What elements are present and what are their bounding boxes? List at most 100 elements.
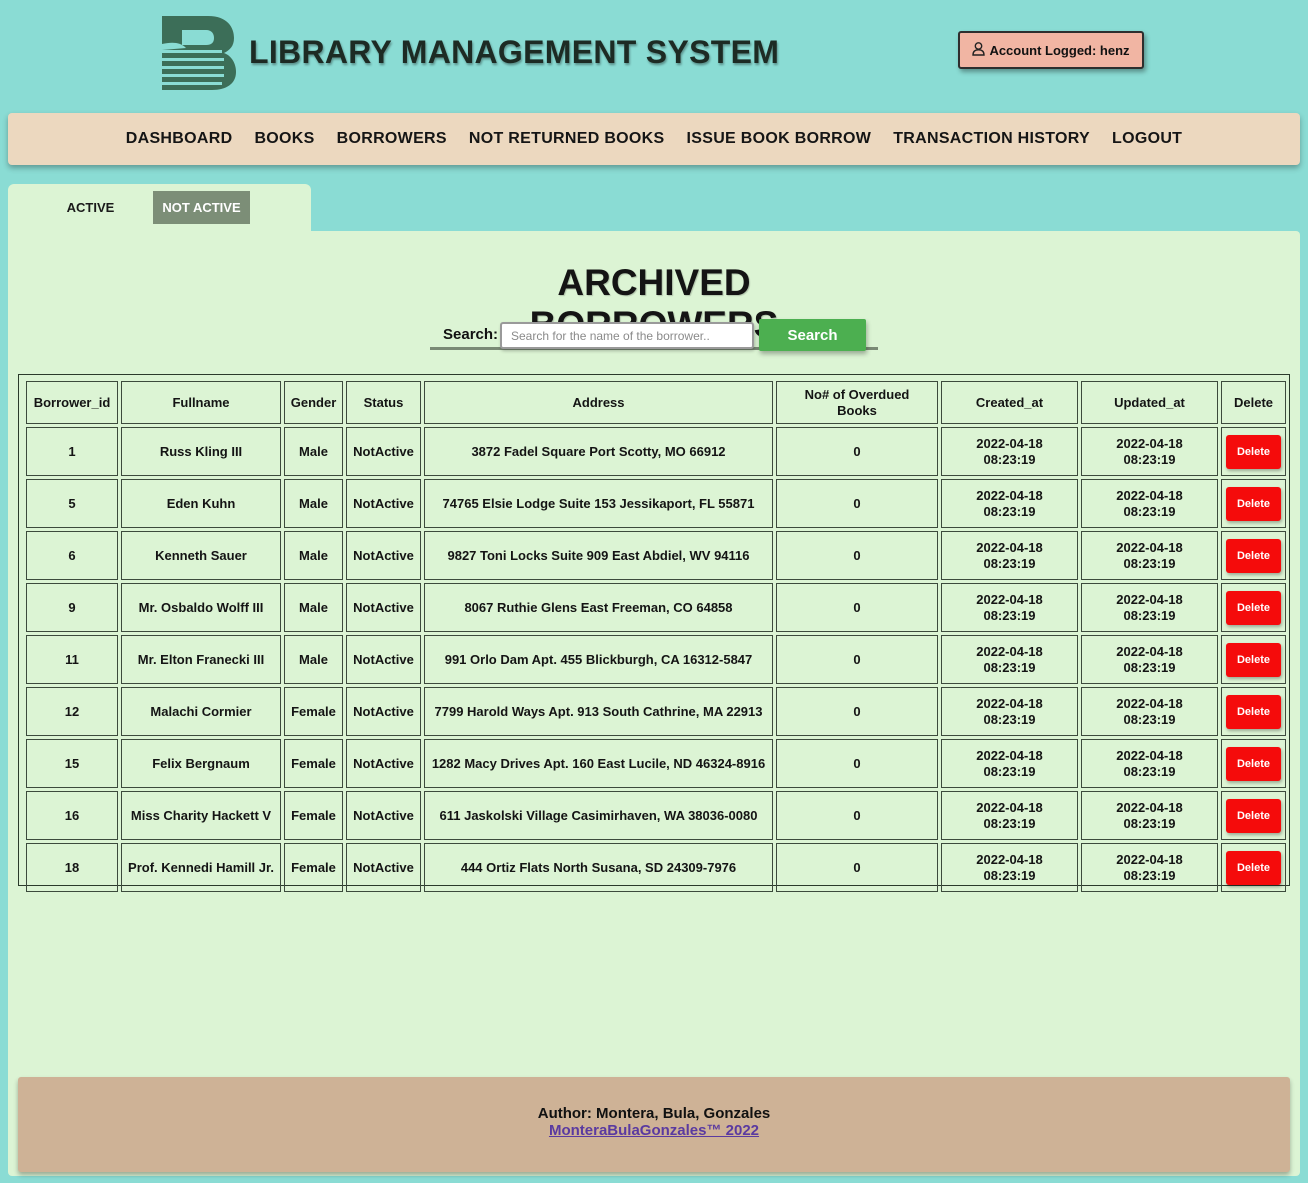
cell-address: 1282 Macy Drives Apt. 160 East Lucile, N… bbox=[424, 739, 773, 788]
cell-address: 74765 Elsie Lodge Suite 153 Jessikaport,… bbox=[424, 479, 773, 528]
cell-overdue-books: 0 bbox=[776, 583, 938, 632]
cell-delete: Delete bbox=[1221, 583, 1286, 632]
cell-address: 8067 Ruthie Glens East Freeman, CO 64858 bbox=[424, 583, 773, 632]
delete-button[interactable]: Delete bbox=[1226, 798, 1281, 833]
tab-not-active[interactable]: NOT ACTIVE bbox=[153, 191, 250, 224]
tab-active[interactable]: ACTIVE bbox=[48, 191, 133, 224]
cell-delete: Delete bbox=[1221, 739, 1286, 788]
delete-button[interactable]: Delete bbox=[1226, 434, 1281, 469]
header-delete: Delete bbox=[1221, 381, 1286, 424]
cell-updated-at: 2022-04-18 08:23:19 bbox=[1081, 583, 1218, 632]
cell-status: NotActive bbox=[346, 635, 421, 684]
table-row: 11 Mr. Elton Franecki III Male NotActive 991… bbox=[26, 635, 1286, 684]
cell-overdue-books: 0 bbox=[776, 635, 938, 684]
cell-created-at: 2022-04-18 08:23:19 bbox=[941, 791, 1078, 840]
header-created-at: Created_at bbox=[941, 381, 1078, 424]
table-row: 18 Prof. Kennedi Hamill Jr. Female NotActiv… bbox=[26, 843, 1286, 892]
cell-updated-at: 2022-04-18 08:23:19 bbox=[1081, 739, 1218, 788]
cell-address: 991 Orlo Dam Apt. 455 Blickburgh, CA 163… bbox=[424, 635, 773, 684]
nav-transaction-history[interactable]: TRANSACTION HISTORY bbox=[893, 130, 1090, 148]
cell-fullname: Miss Charity Hackett V bbox=[121, 791, 281, 840]
cell-address: 7799 Harold Ways Apt. 913 South Cathrine… bbox=[424, 687, 773, 736]
search-button[interactable]: Search bbox=[759, 319, 866, 351]
search-label: Search: bbox=[443, 326, 499, 343]
cell-fullname: Malachi Cormier bbox=[121, 687, 281, 736]
cell-borrower-id: 9 bbox=[26, 583, 118, 632]
nav-not-returned-books[interactable]: NOT RETURNED BOOKS bbox=[469, 130, 665, 148]
delete-button[interactable]: Delete bbox=[1226, 486, 1281, 521]
cell-overdue-books: 0 bbox=[776, 427, 938, 476]
cell-address: 9827 Toni Locks Suite 909 East Abdiel, W… bbox=[424, 531, 773, 580]
cell-overdue-books: 0 bbox=[776, 791, 938, 840]
cell-updated-at: 2022-04-18 08:23:19 bbox=[1081, 479, 1218, 528]
cell-updated-at: 2022-04-18 08:23:19 bbox=[1081, 531, 1218, 580]
library-logo bbox=[162, 16, 236, 90]
cell-created-at: 2022-04-18 08:23:19 bbox=[941, 427, 1078, 476]
nav-logout[interactable]: LOGOUT bbox=[1112, 130, 1182, 148]
cell-gender: Male bbox=[284, 635, 343, 684]
cell-updated-at: 2022-04-18 08:23:19 bbox=[1081, 687, 1218, 736]
cell-status: NotActive bbox=[346, 739, 421, 788]
cell-updated-at: 2022-04-18 08:23:19 bbox=[1081, 791, 1218, 840]
cell-gender: Male bbox=[284, 583, 343, 632]
delete-button[interactable]: Delete bbox=[1226, 746, 1281, 781]
delete-button[interactable]: Delete bbox=[1226, 694, 1281, 729]
cell-address: 444 Ortiz Flats North Susana, SD 24309-7… bbox=[424, 843, 773, 892]
cell-address: 3872 Fadel Square Port Scotty, MO 66912 bbox=[424, 427, 773, 476]
delete-button[interactable]: Delete bbox=[1226, 590, 1281, 625]
table-row: 9 Mr. Osbaldo Wolff III Male NotActive 8067 … bbox=[26, 583, 1286, 632]
cell-updated-at: 2022-04-18 08:23:19 bbox=[1081, 427, 1218, 476]
cell-borrower-id: 16 bbox=[26, 791, 118, 840]
cell-fullname: Mr. Elton Franecki III bbox=[121, 635, 281, 684]
cell-gender: Male bbox=[284, 531, 343, 580]
footer-author: Author: Montera, Bula, Gonzales bbox=[537, 1105, 771, 1122]
cell-gender: Female bbox=[284, 687, 343, 736]
nav-issue-book-borrow[interactable]: ISSUE BOOK BORROW bbox=[687, 130, 872, 148]
cell-gender: Female bbox=[284, 791, 343, 840]
cell-created-at: 2022-04-18 08:23:19 bbox=[941, 531, 1078, 580]
cell-delete: Delete bbox=[1221, 687, 1286, 736]
cell-borrower-id: 11 bbox=[26, 635, 118, 684]
table-row: 16 Miss Charity Hackett V Female NotActive 6… bbox=[26, 791, 1286, 840]
header-overdue-books: No# of Overdued Books bbox=[776, 381, 938, 424]
table-header-row: Borrower_id Fullname Gender Status Addre… bbox=[26, 381, 1286, 424]
cell-delete: Delete bbox=[1221, 427, 1286, 476]
cell-borrower-id: 12 bbox=[26, 687, 118, 736]
table-row: 1 Russ Kling III Male NotActive 3872 Fadel S… bbox=[26, 427, 1286, 476]
cell-status: NotActive bbox=[346, 843, 421, 892]
cell-delete: Delete bbox=[1221, 791, 1286, 840]
cell-fullname: Eden Kuhn bbox=[121, 479, 281, 528]
cell-status: NotActive bbox=[346, 427, 421, 476]
cell-delete: Delete bbox=[1221, 635, 1286, 684]
borrowers-table-container: Borrower_id Fullname Gender Status Addre… bbox=[18, 374, 1290, 892]
cell-borrower-id: 5 bbox=[26, 479, 118, 528]
cell-status: NotActive bbox=[346, 583, 421, 632]
cell-created-at: 2022-04-18 08:23:19 bbox=[941, 583, 1078, 632]
cell-status: NotActive bbox=[346, 791, 421, 840]
account-label: Account Logged: henz bbox=[989, 42, 1130, 58]
footer-link[interactable]: MonteraBulaGonzales™ 2022 bbox=[549, 1122, 759, 1139]
cell-address: 611 Jaskolski Village Casimirhaven, WA 3… bbox=[424, 791, 773, 840]
search-input[interactable] bbox=[500, 322, 754, 349]
cell-status: NotActive bbox=[346, 531, 421, 580]
cell-overdue-books: 0 bbox=[776, 531, 938, 580]
table-row: 6 Kenneth Sauer Male NotActive 9827 Toni Loc… bbox=[26, 531, 1286, 580]
nav-borrowers[interactable]: BORROWERS bbox=[337, 130, 447, 148]
delete-button[interactable]: Delete bbox=[1226, 642, 1281, 677]
nav-books[interactable]: BOOKS bbox=[254, 130, 314, 148]
cell-borrower-id: 1 bbox=[26, 427, 118, 476]
header-status: Status bbox=[346, 381, 421, 424]
status-tabs: ACTIVE NOT ACTIVE bbox=[8, 184, 311, 236]
delete-button[interactable]: Delete bbox=[1226, 850, 1281, 885]
cell-overdue-books: 0 bbox=[776, 739, 938, 788]
cell-borrower-id: 15 bbox=[26, 739, 118, 788]
header-updated-at: Updated_at bbox=[1081, 381, 1218, 424]
account-badge: Account Logged: henz bbox=[958, 31, 1144, 69]
cell-created-at: 2022-04-18 08:23:19 bbox=[941, 739, 1078, 788]
delete-button[interactable]: Delete bbox=[1226, 538, 1281, 573]
user-icon bbox=[972, 41, 986, 59]
cell-updated-at: 2022-04-18 08:23:19 bbox=[1081, 635, 1218, 684]
header-fullname: Fullname bbox=[121, 381, 281, 424]
nav-dashboard[interactable]: DASHBOARD bbox=[126, 130, 233, 148]
cell-delete: Delete bbox=[1221, 479, 1286, 528]
